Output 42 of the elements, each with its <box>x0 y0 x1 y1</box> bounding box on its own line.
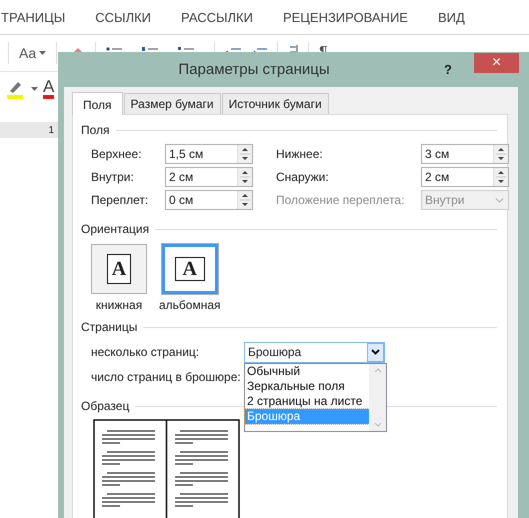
spin-arrows-icon[interactable] <box>237 191 252 209</box>
spin-field[interactable]: 0 см <box>165 190 253 210</box>
spin-arrows-icon[interactable] <box>237 145 252 163</box>
caret-icon[interactable] <box>367 342 384 362</box>
ribbon-tab[interactable]: РАССЫЛКИ <box>181 10 253 24</box>
ribbon-tab[interactable]: ТРАНИЦЫ <box>1 10 66 24</box>
section-title: Ориентация <box>81 222 150 236</box>
dropdown-option[interactable]: Обычный <box>245 364 369 378</box>
spin-field[interactable]: 3 см <box>421 144 509 164</box>
dropdown-option[interactable]: 2 страницы на листе <box>245 394 369 408</box>
ribbon-tab[interactable]: РЕЦЕНЗИРОВАНИЕ <box>282 10 408 24</box>
field-label: Переплет: <box>91 193 150 207</box>
spin-arrows-icon[interactable] <box>493 145 508 163</box>
help-button[interactable]: ? <box>444 62 452 77</box>
field-label: Положение переплета: <box>276 193 406 207</box>
field-label: Внутри: <box>91 170 135 184</box>
ribbon-tab[interactable]: ВИД <box>438 10 465 24</box>
spin-field[interactable]: 2 см <box>165 167 253 187</box>
section-title: Образец <box>81 399 130 413</box>
dialog-tab[interactable]: Источник бумаги <box>222 93 329 114</box>
font-color-button[interactable]: A <box>43 79 54 99</box>
field-label: число страниц в брошюре: <box>91 370 241 384</box>
change-case-button[interactable]: Aa <box>19 45 46 61</box>
spin-arrows-icon[interactable] <box>493 168 508 186</box>
dropdown-option[interactable]: Зеркальные поля <box>245 378 369 394</box>
close-button[interactable]: × <box>474 53 519 73</box>
section-title: Страницы <box>81 320 138 334</box>
field-label: несколько страниц: <box>91 345 200 359</box>
caret-icon <box>495 198 504 202</box>
spin-arrows-icon[interactable] <box>237 168 252 186</box>
field-label: Нижнее: <box>276 147 324 161</box>
dialog-tab[interactable]: Поля <box>72 92 123 115</box>
section-title: Поля <box>81 123 110 137</box>
dialog-title: Параметры страницы <box>177 61 331 78</box>
spin-field[interactable]: 2 см <box>421 167 509 187</box>
dialog-tab[interactable]: Размер бумаги <box>124 93 221 114</box>
field-label: Верхнее: <box>91 147 143 161</box>
spin-field[interactable]: 1,5 см <box>165 144 253 164</box>
field-label: Снаружи: <box>276 170 330 184</box>
ruler: 1 <box>0 122 58 138</box>
highlighter-icon[interactable] <box>6 79 26 99</box>
ribbon-tab[interactable]: ССЫЛКИ <box>95 10 152 24</box>
